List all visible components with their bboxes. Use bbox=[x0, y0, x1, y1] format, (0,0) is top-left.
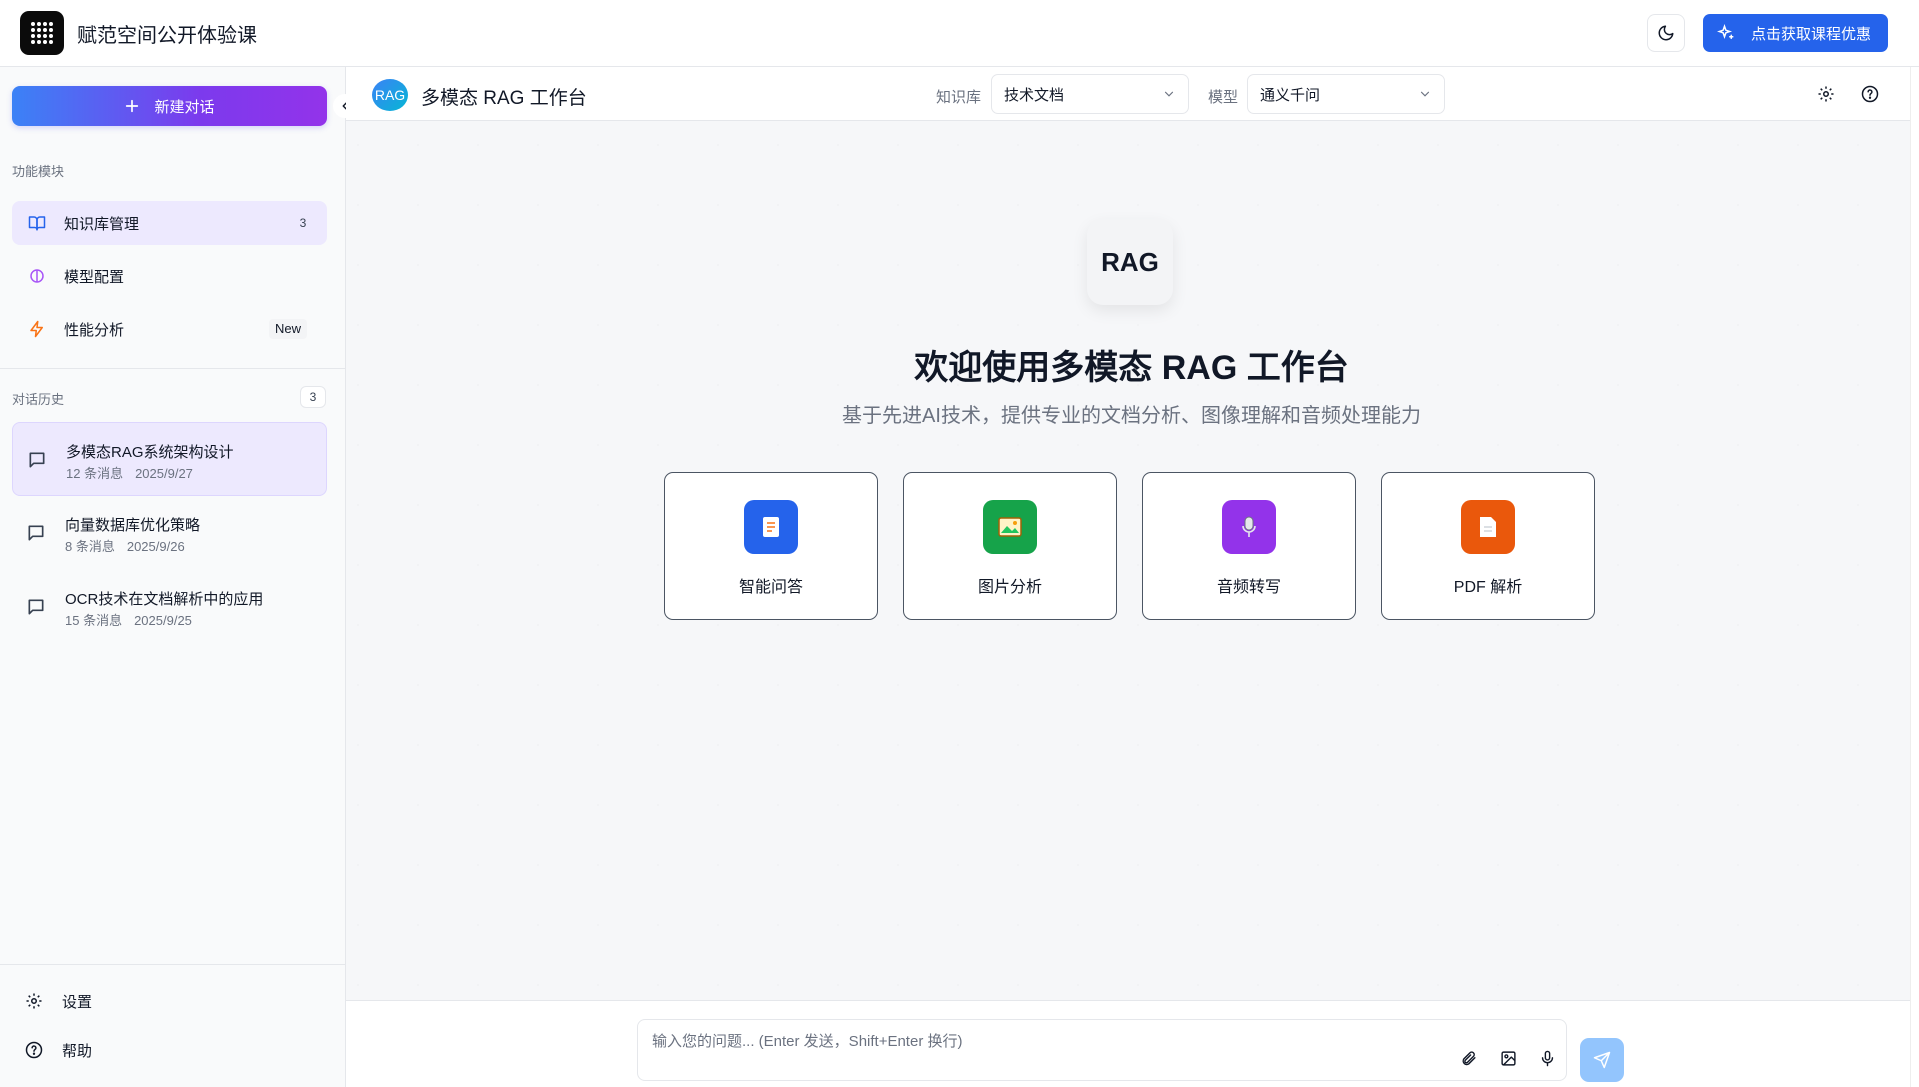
voice-input-button[interactable] bbox=[1535, 1046, 1559, 1070]
image-icon bbox=[1500, 1050, 1516, 1066]
settings-label: 设置 bbox=[62, 993, 93, 1011]
help-label: 帮助 bbox=[62, 1042, 93, 1060]
kb-select[interactable]: 技术文档 bbox=[991, 74, 1189, 114]
rag-badge: RAG bbox=[372, 79, 408, 111]
chevron-down-icon bbox=[1164, 91, 1174, 97]
settings-button[interactable]: 设置 bbox=[12, 981, 327, 1021]
plus-icon bbox=[126, 99, 139, 113]
feature-card-qa[interactable]: 智能问答 bbox=[664, 472, 878, 620]
card-label: 音频转写 bbox=[1216, 579, 1281, 596]
mic-icon bbox=[1541, 1050, 1553, 1066]
kb-select-value: 技术文档 bbox=[1004, 86, 1065, 104]
sidebar: 新建对话 功能模块 知识库管理 3 模型配置 性能分析 New 对话历史 3 多… bbox=[0, 67, 357, 1087]
feature-card-image[interactable]: 图片分析 bbox=[903, 472, 1117, 620]
moon-icon bbox=[1658, 25, 1674, 41]
attach-button[interactable] bbox=[1456, 1046, 1480, 1070]
help-circle-icon bbox=[1861, 85, 1879, 103]
history-item[interactable]: OCR技术在文档解析中的应用 15 条消息 2025/9/25 bbox=[12, 570, 327, 644]
promo-label: 点击获取课程优惠 bbox=[1751, 25, 1872, 43]
card-label: PDF 解析 bbox=[1453, 579, 1523, 596]
message-square-icon bbox=[28, 599, 44, 615]
sidebar-item-model-config[interactable]: 模型配置 bbox=[12, 254, 327, 298]
picture-icon bbox=[983, 500, 1037, 554]
help-button[interactable] bbox=[1858, 82, 1882, 106]
sidebar-item-label: 模型配置 bbox=[64, 268, 125, 286]
history-item[interactable]: 向量数据库优化策略 8 条消息 2025/9/26 bbox=[12, 496, 327, 570]
message-square-icon bbox=[29, 452, 45, 468]
theme-toggle-button[interactable] bbox=[1647, 14, 1685, 52]
model-select-value: 通义千问 bbox=[1260, 86, 1321, 104]
workspace-header: RAG 多模态 RAG 工作台 知识库 技术文档 模型 通义千问 bbox=[346, 67, 1919, 121]
sidebar-item-label: 知识库管理 bbox=[64, 215, 140, 233]
model-label: 模型 bbox=[1208, 89, 1239, 106]
page-icon bbox=[1461, 500, 1515, 554]
new-chat-button[interactable]: 新建对话 bbox=[12, 86, 327, 126]
microphone-icon bbox=[1222, 500, 1276, 554]
feature-card-pdf[interactable]: PDF 解析 bbox=[1381, 472, 1595, 620]
modules-section-label: 功能模块 bbox=[12, 164, 65, 179]
app-title: 赋范空间公开体验课 bbox=[77, 25, 257, 47]
new-badge: New bbox=[268, 319, 307, 339]
chevron-down-icon bbox=[1420, 91, 1430, 97]
main-area: RAG 多模态 RAG 工作台 知识库 技术文档 模型 通义千问 RAG 欢迎使… bbox=[346, 67, 1919, 1087]
history-meta: 12 条消息 2025/9/27 bbox=[66, 466, 193, 481]
history-count-badge: 3 bbox=[300, 386, 326, 408]
history-title: 多模态RAG系统架构设计 bbox=[66, 444, 234, 461]
gear-icon bbox=[1818, 86, 1834, 102]
grid-dots-icon[interactable] bbox=[20, 11, 64, 55]
brain-icon bbox=[26, 265, 48, 287]
settings-gear-button[interactable] bbox=[1814, 82, 1838, 106]
promo-button[interactable]: 点击获取课程优惠 bbox=[1703, 14, 1888, 52]
divider bbox=[0, 964, 346, 965]
card-label: 图片分析 bbox=[977, 579, 1042, 596]
history-title: 向量数据库优化策略 bbox=[65, 517, 201, 534]
top-bar: 赋范空间公开体验课 点击获取课程优惠 bbox=[0, 0, 1919, 67]
sidebar-item-label: 性能分析 bbox=[64, 321, 125, 339]
feature-card-audio[interactable]: 音频转写 bbox=[1142, 472, 1356, 620]
history-title: OCR技术在文档解析中的应用 bbox=[65, 591, 264, 608]
book-open-icon bbox=[26, 212, 48, 234]
paperclip-icon bbox=[1462, 1050, 1476, 1065]
rag-logo: RAG bbox=[1087, 219, 1173, 305]
history-meta: 8 条消息 2025/9/26 bbox=[65, 539, 185, 554]
history-meta: 15 条消息 2025/9/25 bbox=[65, 613, 192, 628]
help-circle-icon bbox=[24, 1040, 44, 1060]
right-edge-strip bbox=[1910, 67, 1919, 1087]
image-upload-button[interactable] bbox=[1496, 1046, 1520, 1070]
chat-input[interactable] bbox=[638, 1020, 1418, 1080]
kb-label: 知识库 bbox=[936, 89, 982, 106]
count-badge: 3 bbox=[293, 213, 313, 233]
model-select[interactable]: 通义千问 bbox=[1247, 74, 1445, 114]
send-button[interactable] bbox=[1580, 1038, 1624, 1082]
history-item[interactable]: 多模态RAG系统架构设计 12 条消息 2025/9/27 bbox=[12, 422, 327, 496]
zap-icon bbox=[26, 318, 48, 340]
send-icon bbox=[1593, 1051, 1611, 1069]
chat-input-box bbox=[637, 1019, 1567, 1081]
sidebar-item-knowledge-base[interactable]: 知识库管理 3 bbox=[12, 201, 327, 245]
help-button[interactable]: 帮助 bbox=[12, 1030, 327, 1070]
gear-icon bbox=[24, 991, 44, 1011]
welcome-subtitle: 基于先进AI技术，提供专业的文档分析、图像理解和音频处理能力 bbox=[842, 405, 1421, 427]
card-label: 智能问答 bbox=[738, 579, 803, 596]
sparkles-icon bbox=[1717, 24, 1734, 40]
divider bbox=[0, 368, 346, 369]
message-square-icon bbox=[28, 525, 44, 541]
composer-footer bbox=[346, 1000, 1919, 1087]
new-chat-label: 新建对话 bbox=[154, 98, 215, 116]
workspace-title: 多模态 RAG 工作台 bbox=[421, 88, 587, 109]
history-section-label: 对话历史 bbox=[12, 392, 65, 407]
welcome-title: 欢迎使用多模态 RAG 工作台 bbox=[914, 349, 1349, 387]
memo-icon bbox=[744, 500, 798, 554]
sidebar-item-performance[interactable]: 性能分析 New bbox=[12, 307, 327, 351]
